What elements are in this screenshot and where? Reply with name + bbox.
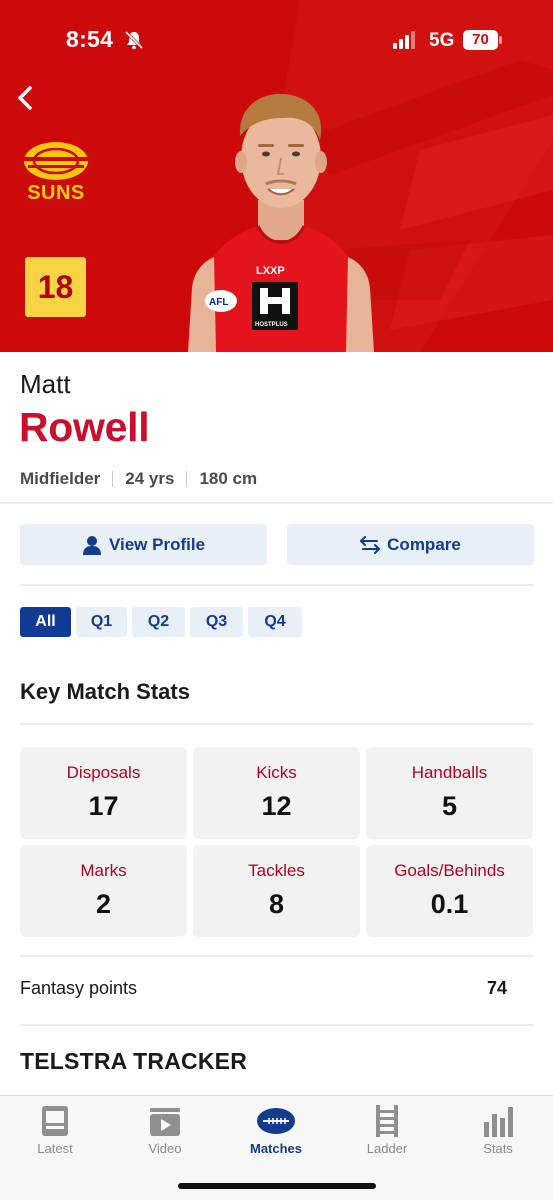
stat-label: Goals/Behinds [394, 861, 505, 880]
telstra-tracker-title: TELSTRA TRACKER [20, 1048, 248, 1074]
tabbar-label: Stats [483, 1141, 513, 1156]
tabbar-ladder[interactable]: Ladder [332, 1096, 442, 1166]
tabbar-label: Video [148, 1141, 182, 1156]
section-divider [20, 584, 533, 586]
section-divider [20, 1024, 533, 1026]
status-bar: 8:54 5G 70 [0, 0, 553, 80]
tabbar-label: Ladder [366, 1141, 408, 1156]
fantasy-points-value: 74 [486, 978, 507, 998]
tabbar-stats[interactable]: Stats [443, 1096, 553, 1166]
stats-icon [484, 1107, 513, 1137]
player-last-name: Rowell [19, 404, 150, 450]
view-profile-button[interactable]: View Profile [20, 524, 267, 565]
tabbar-video[interactable]: Video [110, 1096, 220, 1166]
tabbar-label: Latest [37, 1141, 73, 1156]
stat-card-tackles: Tackles 8 [193, 845, 360, 937]
suns-sun-emblem-icon [22, 142, 90, 180]
meta-divider [186, 471, 188, 487]
latest-icon [42, 1106, 68, 1136]
silent-bell-icon [124, 30, 144, 50]
stat-card-marks: Marks 2 [20, 845, 187, 937]
club-logo-text: SUNS [27, 182, 85, 204]
stat-value: 2 [95, 889, 112, 919]
key-match-stats-title: Key Match Stats [20, 679, 190, 704]
back-chevron-icon[interactable] [10, 82, 42, 114]
stat-label: Handballs [411, 763, 488, 782]
matches-icon [257, 1108, 295, 1134]
fantasy-points-label: Fantasy points [20, 978, 138, 998]
stat-label: Kicks [256, 763, 297, 782]
battery-icon: 70 [463, 30, 502, 50]
stat-value: 5 [441, 791, 458, 821]
cellular-signal-icon [393, 31, 415, 49]
compare-label: Compare [387, 534, 461, 554]
jersey-number-badge: 18 [25, 257, 86, 317]
compare-button[interactable]: Compare [287, 524, 534, 565]
stat-value: 12 [261, 791, 292, 821]
svg-text:HOSTPLUS: HOSTPLUS [255, 322, 288, 328]
status-time: 8:54 [66, 26, 114, 52]
player-hero: 8:54 5G 70 SUNS 18 LXXP AFL HOSTPLUS [0, 0, 553, 352]
section-divider [20, 955, 533, 957]
tabbar-matches[interactable]: Matches [221, 1096, 331, 1166]
player-headshot: LXXP AFL HOSTPLUS [188, 93, 374, 352]
player-age: 24 yrs [125, 469, 175, 488]
stat-label: Disposals [66, 763, 141, 782]
tabbar-label: Matches [249, 1141, 303, 1156]
battery-level: 70 [463, 30, 498, 50]
section-divider [0, 502, 553, 504]
player-position: Midfielder [20, 469, 101, 488]
player-first-name: Matt [20, 369, 71, 399]
video-icon [150, 1108, 180, 1136]
player-meta: Midfielder 24 yrs 180 cm [20, 469, 257, 489]
stat-card-goals-behinds: Goals/Behinds 0.1 [366, 845, 533, 937]
stat-value: 0.1 [430, 889, 469, 919]
svg-text:AFL: AFL [209, 297, 228, 308]
stat-value: 8 [268, 889, 285, 919]
stat-card-kicks: Kicks 12 [193, 747, 360, 839]
svg-text:LXXP: LXXP [256, 265, 285, 277]
ladder-icon [376, 1105, 398, 1137]
stat-card-handballs: Handballs 5 [366, 747, 533, 839]
club-logo: SUNS [18, 140, 94, 204]
view-profile-label: View Profile [108, 534, 206, 554]
tabbar-latest[interactable]: Latest [0, 1096, 110, 1166]
stat-value: 17 [88, 791, 119, 821]
stat-label: Marks [80, 861, 127, 880]
tab-q2[interactable]: Q2 [132, 607, 185, 637]
section-divider [20, 723, 533, 725]
tab-q1[interactable]: Q1 [76, 607, 127, 637]
player-height: 180 cm [199, 469, 258, 488]
stat-label: Tackles [248, 861, 305, 880]
tab-q3[interactable]: Q3 [190, 607, 243, 637]
stat-card-disposals: Disposals 17 [20, 747, 187, 839]
tab-q4[interactable]: Q4 [248, 607, 302, 637]
home-indicator[interactable] [178, 1183, 376, 1189]
person-icon [82, 535, 101, 555]
tab-all[interactable]: All [20, 607, 71, 637]
network-type: 5G [429, 30, 455, 51]
swap-arrows-icon [360, 535, 381, 554]
meta-divider [112, 471, 114, 487]
